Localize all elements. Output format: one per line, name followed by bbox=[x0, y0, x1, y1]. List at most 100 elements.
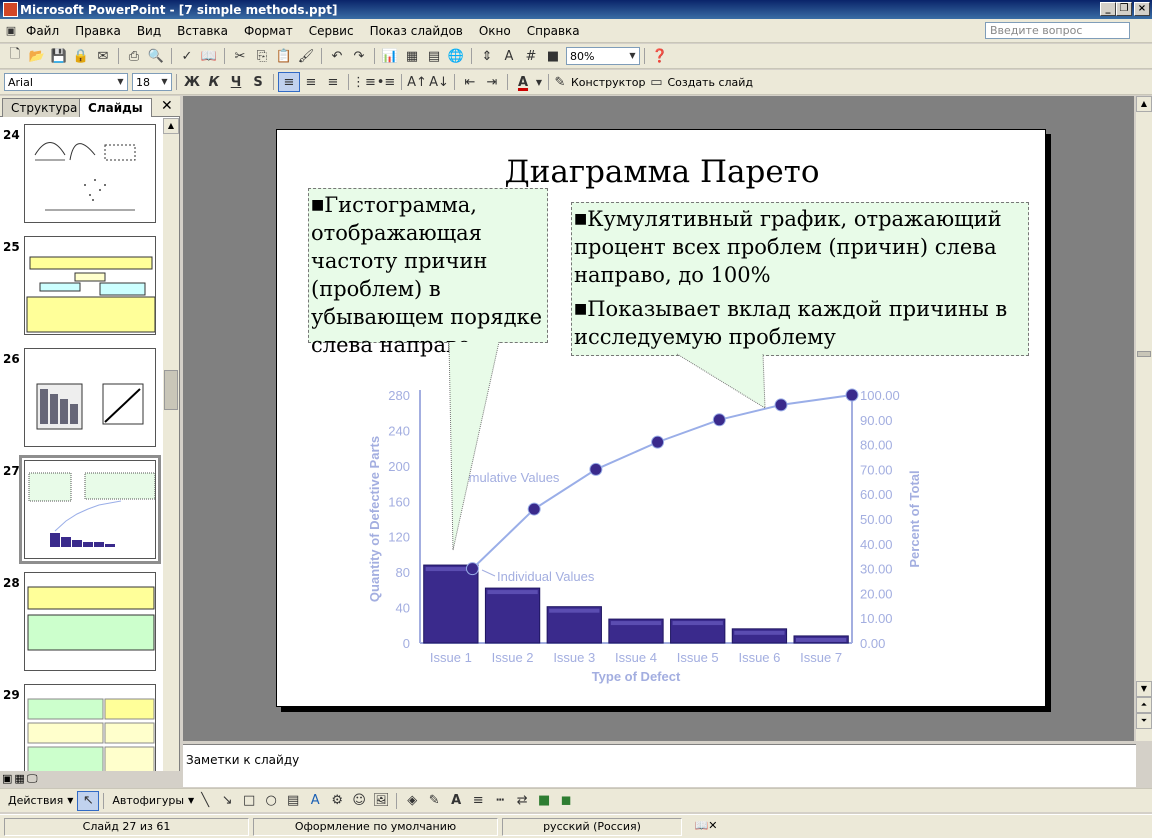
font-combo[interactable]: Arial ▼ bbox=[4, 73, 128, 91]
picture-icon[interactable]: 🖼 bbox=[370, 791, 392, 811]
close-button[interactable]: × bbox=[1134, 2, 1150, 16]
spelling-status-icon[interactable]: 📖✕ bbox=[686, 818, 726, 836]
spelling-icon[interactable]: ✓ bbox=[176, 46, 198, 66]
menu-window[interactable]: Окно bbox=[471, 24, 519, 38]
research-icon[interactable]: 📖 bbox=[198, 46, 220, 66]
menu-view[interactable]: Вид bbox=[129, 24, 169, 38]
zoom-combo[interactable]: 80% ▼ bbox=[566, 47, 640, 65]
scroll-up-icon[interactable]: ▲ bbox=[1136, 96, 1152, 112]
menu-slideshow[interactable]: Показ слайдов bbox=[362, 24, 471, 38]
align-center-icon[interactable]: ≡ bbox=[300, 72, 322, 92]
menu-help[interactable]: Справка bbox=[519, 24, 588, 38]
select-pointer-icon[interactable]: ↖ bbox=[77, 790, 100, 811]
callout-right[interactable]: ■Кумулятивный график, отражающий процент… bbox=[571, 202, 1029, 356]
designer-button[interactable]: Конструктор bbox=[567, 76, 649, 89]
font-size-combo[interactable]: 18 ▼ bbox=[132, 73, 172, 91]
save-icon[interactable]: 💾 bbox=[48, 46, 70, 66]
document-icon[interactable]: ▣ bbox=[4, 21, 18, 41]
arrow-icon[interactable]: ↘ bbox=[216, 791, 238, 811]
show-formatting-icon[interactable]: A bbox=[498, 46, 520, 66]
menu-edit[interactable]: Правка bbox=[67, 24, 129, 38]
wordart-icon[interactable]: A bbox=[304, 791, 326, 811]
fill-color-icon[interactable]: ◈ bbox=[401, 791, 423, 811]
oval-icon[interactable]: ○ bbox=[260, 791, 282, 811]
scroll-thumb[interactable] bbox=[164, 370, 178, 410]
next-slide-icon[interactable]: ⏷ bbox=[1136, 713, 1152, 729]
new-icon[interactable]: 🗋 bbox=[4, 46, 26, 66]
slideshow-view-icon[interactable]: 🖵 bbox=[27, 772, 38, 787]
main-scrollbar[interactable]: ▲ ▼ ⏶ ⏷ bbox=[1136, 96, 1152, 741]
decrease-indent-icon[interactable]: ⇤ bbox=[459, 72, 481, 92]
font-color-icon[interactable]: A bbox=[445, 791, 467, 811]
close-icon[interactable]: ✕ bbox=[161, 98, 173, 114]
scroll-thumb[interactable] bbox=[1137, 351, 1151, 357]
preview-icon[interactable]: 🔍 bbox=[145, 46, 167, 66]
menu-tools[interactable]: Сервис bbox=[301, 24, 362, 38]
menu-file[interactable]: Файл bbox=[18, 24, 67, 38]
ask-question-input[interactable]: Введите вопрос bbox=[985, 22, 1130, 39]
powerpoint-icon[interactable] bbox=[3, 2, 18, 17]
3d-icon[interactable]: ◼ bbox=[555, 791, 577, 811]
slide[interactable]: Диаграмма Парето 0 40 80 120 160 200 240 280 0.0… bbox=[276, 129, 1046, 707]
chevron-down-icon[interactable]: ▼ bbox=[114, 74, 127, 90]
thumbnail-scrollbar[interactable]: ▲ bbox=[163, 118, 179, 771]
textbox-icon[interactable]: ▤ bbox=[282, 791, 304, 811]
slide-thumbnail[interactable] bbox=[24, 572, 156, 671]
undo-icon[interactable]: ↶ bbox=[326, 46, 348, 66]
chart-icon[interactable]: 📊 bbox=[379, 46, 401, 66]
print-icon[interactable]: ⎙ bbox=[123, 46, 145, 66]
minimize-button[interactable]: _ bbox=[1100, 2, 1116, 16]
format-painter-icon[interactable]: 🖌 bbox=[295, 46, 317, 66]
chevron-down-icon[interactable]: ▼ bbox=[626, 48, 639, 64]
decrease-font-icon[interactable]: A↓ bbox=[428, 72, 450, 92]
actions-menu[interactable]: Действия bbox=[4, 794, 67, 807]
slide-thumbnail[interactable] bbox=[24, 124, 156, 223]
line-icon[interactable]: ╲ bbox=[194, 791, 216, 811]
copy-icon[interactable]: ⎘ bbox=[251, 46, 273, 66]
menu-insert[interactable]: Вставка bbox=[169, 24, 236, 38]
scroll-down-icon[interactable]: ▼ bbox=[1136, 681, 1152, 697]
chevron-down-icon[interactable]: ▼ bbox=[67, 796, 73, 805]
previous-slide-icon[interactable]: ⏶ bbox=[1136, 697, 1152, 713]
permission-icon[interactable]: 🔒 bbox=[70, 46, 92, 66]
arrow-style-icon[interactable]: ⇄ bbox=[511, 791, 533, 811]
align-left-icon[interactable]: ≡ bbox=[278, 72, 300, 92]
open-icon[interactable]: 📂 bbox=[26, 46, 48, 66]
callout-left[interactable]: ■Гистограмма, отображающая частоту причи… bbox=[308, 188, 548, 357]
scroll-up-icon[interactable]: ▲ bbox=[163, 118, 179, 134]
diagram-icon[interactable]: ⚙ bbox=[326, 791, 348, 811]
line-style-icon[interactable]: ≡ bbox=[467, 791, 489, 811]
font-color-icon[interactable]: A bbox=[512, 72, 534, 92]
sorter-view-icon[interactable]: ▦ bbox=[14, 772, 24, 787]
notes-pane[interactable]: Заметки к слайду bbox=[183, 744, 1136, 787]
autoshapes-menu[interactable]: Автофигуры bbox=[108, 794, 188, 807]
slide-thumbnail[interactable] bbox=[24, 348, 156, 447]
chevron-down-icon[interactable]: ▼ bbox=[158, 74, 171, 90]
rectangle-icon[interactable]: □ bbox=[238, 791, 260, 811]
bold-button[interactable]: Ж bbox=[181, 72, 203, 92]
shadow-button[interactable]: S bbox=[247, 72, 269, 92]
underline-button[interactable]: Ч bbox=[225, 72, 247, 92]
cut-icon[interactable]: ✂ bbox=[229, 46, 251, 66]
tab-slides[interactable]: Слайды bbox=[79, 98, 152, 117]
line-color-icon[interactable]: ✎ bbox=[423, 791, 445, 811]
email-icon[interactable]: ✉ bbox=[92, 46, 114, 66]
normal-view-icon[interactable]: ▣ bbox=[2, 772, 12, 787]
color-grayscale-icon[interactable]: ■ bbox=[542, 46, 564, 66]
menu-format[interactable]: Формат bbox=[236, 24, 301, 38]
shadow-icon[interactable]: ■ bbox=[533, 791, 555, 811]
bullets-icon[interactable]: •≡ bbox=[375, 72, 397, 92]
italic-button[interactable]: К bbox=[203, 72, 225, 92]
hyperlink-icon[interactable]: 🌐 bbox=[445, 46, 467, 66]
new-slide-button[interactable]: Создать слайд bbox=[663, 76, 757, 89]
table-icon[interactable]: ▦ bbox=[401, 46, 423, 66]
design-template[interactable]: Оформление по умолчанию bbox=[253, 817, 498, 836]
restore-button[interactable]: ❐ bbox=[1116, 2, 1132, 16]
tables-borders-icon[interactable]: ▤ bbox=[423, 46, 445, 66]
slide-thumbnail[interactable] bbox=[24, 684, 156, 771]
align-right-icon[interactable]: ≡ bbox=[322, 72, 344, 92]
increase-font-icon[interactable]: A↑ bbox=[406, 72, 428, 92]
slide-thumbnail[interactable] bbox=[24, 236, 156, 335]
numbering-icon[interactable]: ⋮≡ bbox=[352, 72, 376, 92]
help-icon[interactable]: ❓ bbox=[649, 46, 671, 66]
